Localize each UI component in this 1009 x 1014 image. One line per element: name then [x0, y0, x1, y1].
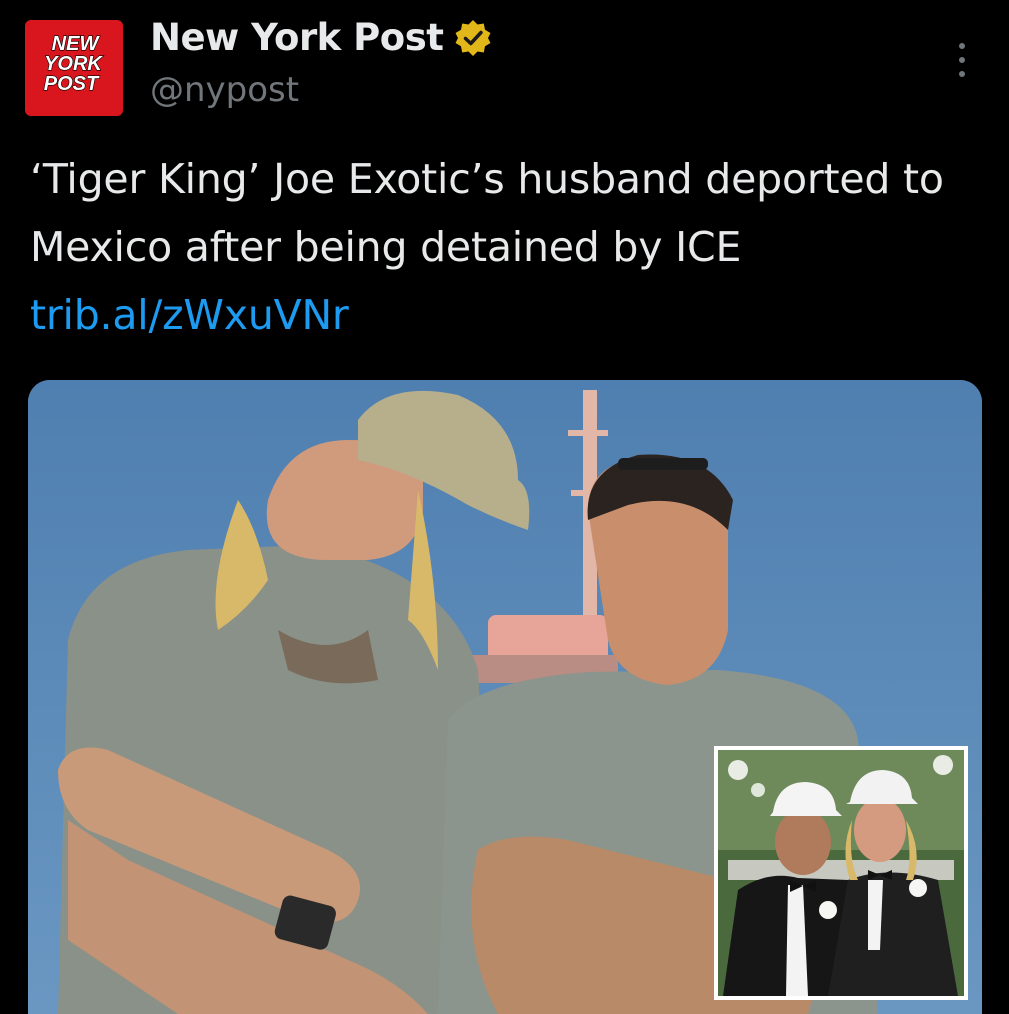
svg-text:NEW: NEW [52, 33, 101, 55]
new-york-post-logo-icon: NEW YORK POST [43, 32, 104, 95]
tweet-card[interactable]: NEW YORK POST New York Post @nypost ‘Tig… [0, 0, 1009, 1014]
wedding-photo-inset [714, 746, 968, 1000]
verified-badge-icon[interactable] [453, 18, 493, 58]
more-options-icon[interactable] [951, 40, 973, 80]
svg-text:POST: POST [44, 73, 100, 95]
author-name-text[interactable]: New York Post [150, 14, 444, 62]
tweet-link[interactable]: trib.al/zWxuVNr [30, 291, 349, 339]
tweet-body-text: ‘Tiger King’ Joe Exotic’s husband deport… [30, 155, 944, 271]
tweet-text: ‘Tiger King’ Joe Exotic’s husband deport… [30, 145, 990, 349]
author-handle[interactable]: @nypost [150, 66, 299, 114]
author-display-name[interactable]: New York Post [150, 14, 493, 62]
svg-text:YORK: YORK [44, 53, 103, 75]
wedding-photo [718, 750, 964, 996]
avatar[interactable]: NEW YORK POST [25, 20, 123, 116]
